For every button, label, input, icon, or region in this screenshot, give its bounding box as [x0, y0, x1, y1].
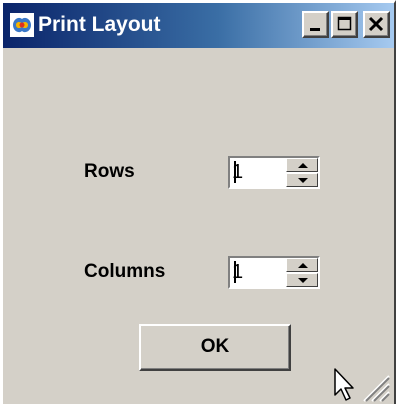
title-bar[interactable]: Print Layout: [3, 3, 394, 48]
columns-spin-buttons: [286, 258, 318, 287]
close-button[interactable]: [363, 11, 390, 38]
arrow-up-icon: [298, 163, 308, 168]
minimize-icon: [310, 28, 320, 31]
columns-spin-up[interactable]: [286, 258, 318, 272]
close-icon: [368, 16, 384, 32]
columns-spinner[interactable]: 1: [228, 256, 320, 289]
print-layout-dialog: Print Layout Rows 1 Columns 1 OK: [0, 0, 396, 404]
arrow-down-icon: [298, 178, 308, 183]
window-title: Print Layout: [38, 13, 161, 36]
resize-grip-icon[interactable]: [360, 372, 390, 402]
maximize-icon: [337, 16, 352, 31]
rows-spinner[interactable]: 1: [228, 156, 320, 189]
rows-input[interactable]: 1: [232, 161, 243, 184]
rows-spin-up[interactable]: [286, 158, 318, 172]
ok-button[interactable]: OK: [139, 324, 291, 371]
columns-label: Columns: [84, 261, 166, 282]
rows-spin-buttons: [286, 158, 318, 187]
columns-input[interactable]: 1: [232, 261, 243, 284]
columns-spin-down[interactable]: [286, 273, 318, 287]
maximize-button[interactable]: [331, 11, 358, 38]
arrow-down-icon: [298, 278, 308, 283]
mouse-pointer-icon: [334, 368, 354, 401]
minimize-button[interactable]: [302, 11, 329, 38]
app-icon: [10, 13, 34, 37]
rows-spin-down[interactable]: [286, 173, 318, 187]
rows-label: Rows: [84, 161, 135, 182]
arrow-up-icon: [298, 263, 308, 268]
